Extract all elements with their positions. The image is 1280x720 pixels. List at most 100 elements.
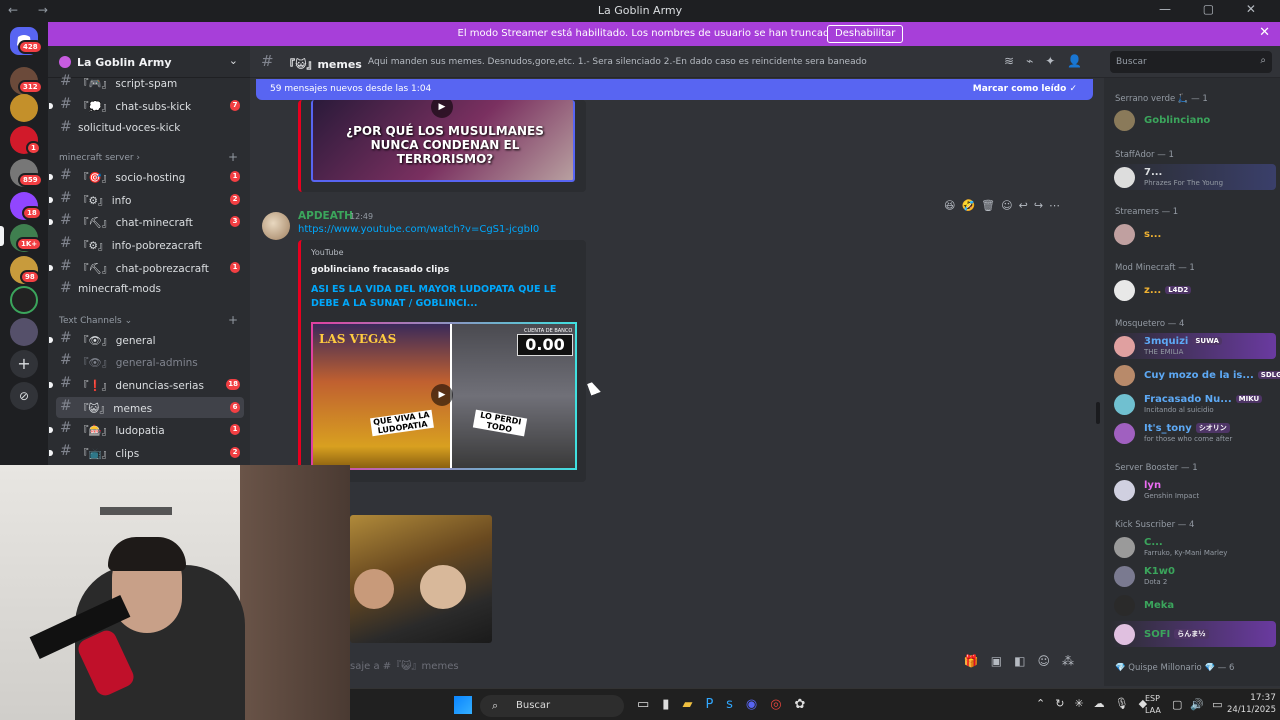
sticker-icon[interactable]: ◧	[1014, 654, 1037, 668]
video-thumbnail[interactable]: ¿POR QUÉ LOS MUSULMANES NUNCA CONDENAN E…	[311, 100, 575, 182]
add-channel-icon[interactable]: +	[228, 150, 238, 164]
reaction-icon[interactable]: 🗑	[981, 199, 1001, 212]
add-channel-icon[interactable]: +	[228, 313, 238, 327]
search-input[interactable]: Buscar ⌕	[1110, 51, 1272, 73]
taskbar-search[interactable]: ⌕ Buscar	[480, 695, 624, 717]
video-thumbnail[interactable]: LAS VEGAS QUE VIVA LA LUDOPATIA CUENTA D…	[311, 322, 577, 470]
channel-item[interactable]: # 『⚙』 info-pobrezacraft	[56, 234, 244, 255]
member-item[interactable]: s...	[1110, 221, 1276, 247]
add-server-icon[interactable]: +	[10, 350, 38, 378]
member-item[interactable]: Cuy mozo de la is... SDLG	[1110, 362, 1280, 388]
pin-icon[interactable]: ✦	[1045, 54, 1067, 68]
channel-item[interactable]: # 『⛏』 chat-minecraft 3	[49, 211, 244, 232]
forward-icon[interactable]: ↪	[1034, 199, 1049, 212]
channel-item[interactable]: # 『⚙』 info 2	[49, 189, 244, 210]
member-name: Goblinciano	[1144, 115, 1211, 126]
channel-item[interactable]: # 『🎰』 ludopatia 1	[49, 419, 244, 440]
member-name: Meka	[1144, 600, 1175, 611]
more-icon[interactable]: ⋯	[1049, 199, 1066, 212]
app-icon[interactable]: ✿	[795, 697, 819, 712]
channel-topic[interactable]: Aqui manden sus memes. Desnudos,gore,etc…	[368, 57, 867, 67]
emoji-icon[interactable]: ☺	[1037, 654, 1062, 668]
cloud-icon[interactable]: ☁	[1094, 697, 1115, 710]
role-header: Mosquetero — 4	[1115, 319, 1185, 329]
channel-item[interactable]: # 『🎯』 socio-hosting 1	[49, 166, 244, 187]
discord-taskbar-icon[interactable]: ◉	[746, 697, 770, 712]
channel-item-memes[interactable]: # 『😺』 memes 6	[56, 397, 244, 418]
folder-icon[interactable]: ▰	[682, 697, 705, 712]
hash-icon: #	[60, 212, 72, 228]
channel-prefix: 『👁』	[78, 357, 113, 369]
member-item[interactable]: C... Farruko, Ky-Mani Marley	[1110, 534, 1276, 560]
reaction-icon[interactable]: 🤣	[961, 199, 981, 212]
channel-item[interactable]: # 『⛏』 chat-pobrezacraft 1	[49, 257, 244, 278]
server-icon[interactable]	[10, 318, 38, 346]
chevron-up-icon[interactable]: ⌃	[1036, 697, 1055, 710]
threads-icon[interactable]: ≋	[1004, 54, 1026, 68]
member-item[interactable]: Goblinciano	[1110, 107, 1276, 133]
gif-icon[interactable]: ▣	[991, 654, 1014, 668]
add-reaction-icon[interactable]: ☺	[1001, 199, 1018, 212]
category-minecraft[interactable]: minecraft server ›	[59, 153, 140, 163]
webcam-shelf	[100, 507, 172, 515]
message-link[interactable]: https://www.youtube.com/watch?v=CgS1-jcg…	[298, 224, 539, 235]
message-composer[interactable]: saje a #『😺』memes 🎁▣◧☺⁂	[350, 650, 1092, 678]
member-item[interactable]: It's_tony シオリン for those who come after	[1110, 420, 1276, 446]
server-icon[interactable]	[10, 94, 38, 122]
member-item[interactable]: 7... Phrazes For The Young	[1110, 164, 1276, 190]
message-actions: 😆🤣🗑☺↩↪⋯	[944, 199, 1066, 217]
mic-icon[interactable]: 🎙	[1115, 697, 1139, 710]
apps-icon[interactable]: ⁂	[1062, 654, 1086, 668]
channel-item[interactable]: # 『🎮』 script-spam	[56, 72, 244, 93]
embed-title[interactable]: ASI ES LA VIDA DEL MAYOR LUDOPATA QUE LE…	[311, 283, 581, 311]
member-item[interactable]: 3mquizi SUWA THE EMILIA	[1110, 333, 1276, 359]
channel-item[interactable]: # 『📺』 clips 2	[49, 442, 244, 463]
clock-date[interactable]: 24/11/2025	[1216, 705, 1276, 715]
header-toolbar[interactable]: ≋⌁✦👤	[1004, 54, 1094, 68]
avatar[interactable]	[262, 212, 290, 240]
task-view-icon[interactable]: ▭	[637, 697, 662, 712]
channel-item[interactable]: # minecraft-mods	[56, 279, 244, 300]
tray-icon[interactable]: ✳	[1074, 697, 1093, 710]
channel-item[interactable]: # 『👁』 general-admins	[56, 351, 244, 372]
member-list: Serrano verde 🛴 — 1 Goblinciano StaffAdo…	[1104, 78, 1280, 686]
clock-time[interactable]: 17:37	[1232, 693, 1276, 703]
channel-item[interactable]: # 『👁』 general	[49, 329, 244, 350]
reply-icon[interactable]: ↩	[1019, 199, 1034, 212]
windows-start-icon[interactable]	[454, 696, 472, 714]
mark-as-read-button[interactable]: Marcar como leído ✓	[973, 84, 1077, 94]
play-icon[interactable]: ▶	[431, 384, 453, 406]
server-icon[interactable]	[10, 286, 38, 314]
explore-icon[interactable]: ⊘	[10, 382, 38, 410]
embed-author[interactable]: goblinciano fracasado clips	[311, 265, 449, 275]
channel-item[interactable]: # solicitud-voces-kick	[56, 118, 244, 139]
chrome-icon[interactable]: ◎	[770, 697, 794, 712]
window-controls[interactable]: — ▢ ✕	[1159, 2, 1270, 16]
scrollbar-thumb[interactable]	[1096, 402, 1100, 424]
message-image[interactable]	[350, 515, 492, 643]
message-author[interactable]: APDEATH	[298, 210, 353, 222]
gift-icon[interactable]: 🎁	[964, 654, 991, 668]
language-bottom[interactable]: LAA	[1145, 706, 1161, 715]
new-messages-bar[interactable]: 59 mensajes nuevos desde las 1:04 Marcar…	[256, 79, 1093, 100]
member-item[interactable]: SOFI らんま½	[1110, 621, 1276, 647]
channel-item[interactable]: # 『❗』 denuncias-serias 18	[49, 374, 244, 395]
photoshop-icon[interactable]: Ps	[705, 697, 745, 712]
members-icon[interactable]: 👤	[1067, 54, 1094, 68]
reaction-icon[interactable]: 😆	[944, 199, 961, 212]
category-text-channels[interactable]: Text Channels ⌄	[59, 316, 132, 326]
channel-item[interactable]: # 『💭』 chat-subs-kick 7	[49, 95, 244, 116]
tray-icon[interactable]: ↻	[1055, 697, 1074, 710]
play-icon[interactable]: ▶	[431, 100, 453, 118]
app-icon[interactable]: ▮	[662, 697, 682, 712]
member-item[interactable]: Meka	[1110, 592, 1276, 618]
mute-bell-icon[interactable]: ⌁	[1026, 54, 1045, 68]
member-item[interactable]: lyn Genshin Impact	[1110, 477, 1276, 503]
member-item[interactable]: z... L4D2	[1110, 277, 1276, 303]
disable-streamer-button[interactable]: Deshabilitar	[827, 25, 904, 43]
member-item[interactable]: Fracasado Nu... MIKU Incitando al suicidi…	[1110, 391, 1276, 417]
close-icon[interactable]: ✕	[1259, 25, 1270, 40]
member-item[interactable]: K1w0 Dota 2	[1110, 563, 1276, 589]
chevron-down-icon[interactable]: ⌄	[229, 54, 238, 67]
language-top[interactable]: ESP	[1145, 694, 1160, 703]
